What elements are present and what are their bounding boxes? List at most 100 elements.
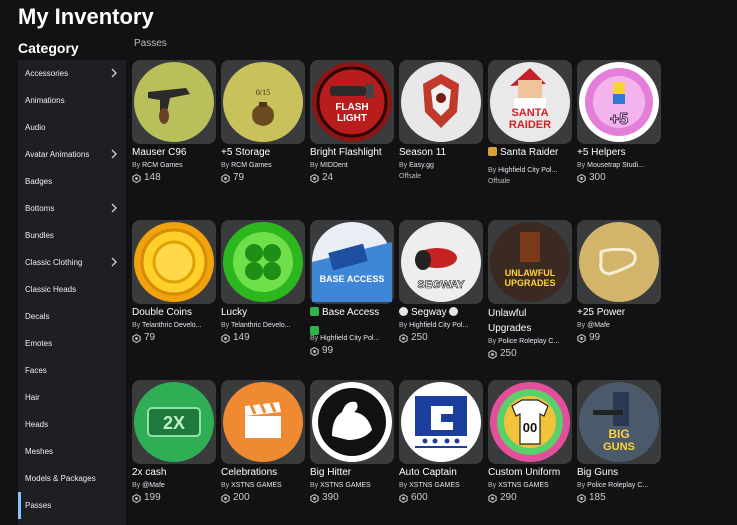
item-name[interactable]: Lucky: [221, 306, 305, 320]
inventory-card[interactable]: UNLAWFUL UPGRADES Unlawful Upgrades By Po…: [488, 220, 572, 360]
creator-link[interactable]: RCM Games: [142, 162, 182, 169]
inventory-card[interactable]: +25 Power By @Mafe 99: [577, 220, 661, 344]
item-thumbnail[interactable]: [399, 60, 483, 144]
creator-link[interactable]: Police Roleplay C...: [587, 482, 648, 489]
item-thumbnail[interactable]: [132, 60, 216, 144]
item-name[interactable]: Bright Flashlight: [310, 146, 394, 160]
chevron-right-icon: [111, 68, 117, 78]
creator-link[interactable]: XSTNS GAMES: [409, 482, 460, 489]
price-value: 290: [500, 492, 517, 503]
item-name[interactable]: Big Guns: [577, 466, 661, 480]
item-thumbnail[interactable]: [310, 380, 394, 464]
item-thumbnail[interactable]: 00: [488, 380, 572, 464]
item-creator-line: By XSTNS GAMES: [310, 481, 394, 491]
creator-link[interactable]: Telanthric Develo...: [142, 322, 202, 329]
creator-link[interactable]: Mousetrap Studi...: [587, 162, 644, 169]
sidebar-item-emotes[interactable]: Emotes: [18, 330, 126, 357]
inventory-card[interactable]: BIG GUNS Big Guns By Police Roleplay C...…: [577, 380, 661, 504]
item-name[interactable]: Custom Uniform: [488, 466, 572, 480]
sidebar-item-passes[interactable]: Passes: [18, 492, 126, 519]
sidebar-item-avatar-animations[interactable]: Avatar Animations: [18, 141, 126, 168]
inventory-card[interactable]: 2X 2x cash By @Mafe 199: [132, 380, 216, 504]
item-name[interactable]: Base Access: [310, 306, 394, 320]
item-name[interactable]: Double Coins: [132, 306, 216, 320]
inventory-card[interactable]: Auto Captain By XSTNS GAMES 600: [399, 380, 483, 504]
creator-link[interactable]: RCM Games: [231, 162, 271, 169]
item-name[interactable]: +5 Storage: [221, 146, 305, 160]
sidebar-item-hair[interactable]: Hair: [18, 384, 126, 411]
sidebar-item-accessories[interactable]: Accessories: [18, 60, 126, 87]
robux-icon: [577, 333, 586, 343]
inventory-card[interactable]: Celebrations By XSTNS GAMES 200: [221, 380, 305, 504]
inventory-card[interactable]: Season 11 By Easy.gg Offsale: [399, 60, 483, 182]
sidebar-item-classic-heads[interactable]: Classic Heads: [18, 276, 126, 303]
item-thumbnail[interactable]: [399, 380, 483, 464]
sidebar-item-label: Hair: [25, 393, 40, 402]
item-thumbnail[interactable]: FLASH LIGHT: [310, 60, 394, 144]
sidebar-item-label: Faces: [25, 366, 47, 375]
item-name[interactable]: Mauser C96: [132, 146, 216, 160]
item-thumbnail[interactable]: SEGWAY: [399, 220, 483, 304]
creator-link[interactable]: Easy.gg: [409, 162, 434, 169]
sidebar-item-decals[interactable]: Decals: [18, 303, 126, 330]
item-thumbnail[interactable]: [221, 380, 305, 464]
item-thumbnail[interactable]: +5: [577, 60, 661, 144]
item-name[interactable]: Segway: [399, 306, 483, 320]
item-price: 390: [310, 492, 394, 504]
star-badge-icon: [399, 307, 408, 316]
item-thumbnail[interactable]: SANTA RAIDER: [488, 60, 572, 144]
creator-link[interactable]: Highfield City Pol...: [498, 167, 557, 174]
inventory-card[interactable]: Lucky By Telanthric Develo... 149: [221, 220, 305, 344]
item-name[interactable]: Celebrations: [221, 466, 305, 480]
item-name[interactable]: +5 Helpers: [577, 146, 661, 160]
item-thumbnail[interactable]: BIG GUNS: [577, 380, 661, 464]
item-thumbnail[interactable]: 0/15: [221, 60, 305, 144]
sidebar-item-bundles[interactable]: Bundles: [18, 222, 126, 249]
sidebar-item-models-packages[interactable]: Models & Packages: [18, 465, 126, 492]
inventory-card[interactable]: Mauser C96 By RCM Games 148: [132, 60, 216, 184]
item-thumbnail[interactable]: 2X: [132, 380, 216, 464]
sidebar-item-classic-clothing[interactable]: Classic Clothing: [18, 249, 126, 276]
sidebar-item-faces[interactable]: Faces: [18, 357, 126, 384]
item-thumbnail[interactable]: [132, 220, 216, 304]
item-thumbnail[interactable]: UNLAWFUL UPGRADES: [488, 220, 572, 304]
creator-link[interactable]: @Mafe: [587, 322, 610, 329]
inventory-card[interactable]: SANTA RAIDER Santa Raider By Highfield Ci…: [488, 60, 572, 187]
creator-link[interactable]: Highfield City Pol...: [320, 335, 379, 342]
item-name[interactable]: +25 Power: [577, 306, 661, 320]
creator-link[interactable]: XSTNS GAMES: [498, 482, 549, 489]
inventory-card[interactable]: FLASH LIGHT Bright Flashlight By MIDDent …: [310, 60, 394, 184]
item-price: 79: [132, 332, 216, 344]
item-name[interactable]: Big Hitter: [310, 466, 394, 480]
inventory-card[interactable]: 00 Custom Uniform By XSTNS GAMES 290: [488, 380, 572, 504]
inventory-card[interactable]: Double Coins By Telanthric Develo... 79: [132, 220, 216, 344]
item-name[interactable]: Unlawful Upgrades: [488, 306, 572, 336]
robux-icon: [132, 493, 141, 503]
creator-link[interactable]: @Mafe: [142, 482, 165, 489]
sidebar-item-badges[interactable]: Badges: [18, 168, 126, 195]
item-thumbnail[interactable]: [577, 220, 661, 304]
inventory-card[interactable]: Big Hitter By XSTNS GAMES 390: [310, 380, 394, 504]
inventory-card[interactable]: +5 +5 Helpers By Mousetrap Studi... 300: [577, 60, 661, 184]
inventory-card[interactable]: SEGWAY Segway By Highfield City Pol... 2…: [399, 220, 483, 344]
item-name[interactable]: Auto Captain: [399, 466, 483, 480]
creator-link[interactable]: MIDDent: [320, 162, 348, 169]
creator-link[interactable]: Telanthric Develo...: [231, 322, 291, 329]
sidebar-item-heads[interactable]: Heads: [18, 411, 126, 438]
creator-link[interactable]: XSTNS GAMES: [320, 482, 371, 489]
inventory-card[interactable]: 0/15 +5 Storage By RCM Games 79: [221, 60, 305, 184]
item-name[interactable]: Season 11: [399, 146, 483, 160]
inventory-card[interactable]: BASE ACCESS Base Access By Highfield Cit…: [310, 220, 394, 357]
creator-link[interactable]: Highfield City Pol...: [409, 322, 468, 329]
sidebar-item-audio[interactable]: Audio: [18, 114, 126, 141]
creator-link[interactable]: XSTNS GAMES: [231, 482, 282, 489]
creator-link[interactable]: Police Roleplay C...: [498, 338, 559, 345]
sidebar-item-bottoms[interactable]: Bottoms: [18, 195, 126, 222]
item-name[interactable]: Santa Raider: [488, 146, 572, 160]
item-name[interactable]: 2x cash: [132, 466, 216, 480]
item-thumbnail[interactable]: [221, 220, 305, 304]
flashlight-icon: FLASHLIGHT: [312, 62, 392, 142]
sidebar-item-animations[interactable]: Animations: [18, 87, 126, 114]
item-thumbnail[interactable]: BASE ACCESS: [310, 220, 394, 304]
sidebar-item-meshes[interactable]: Meshes: [18, 438, 126, 465]
